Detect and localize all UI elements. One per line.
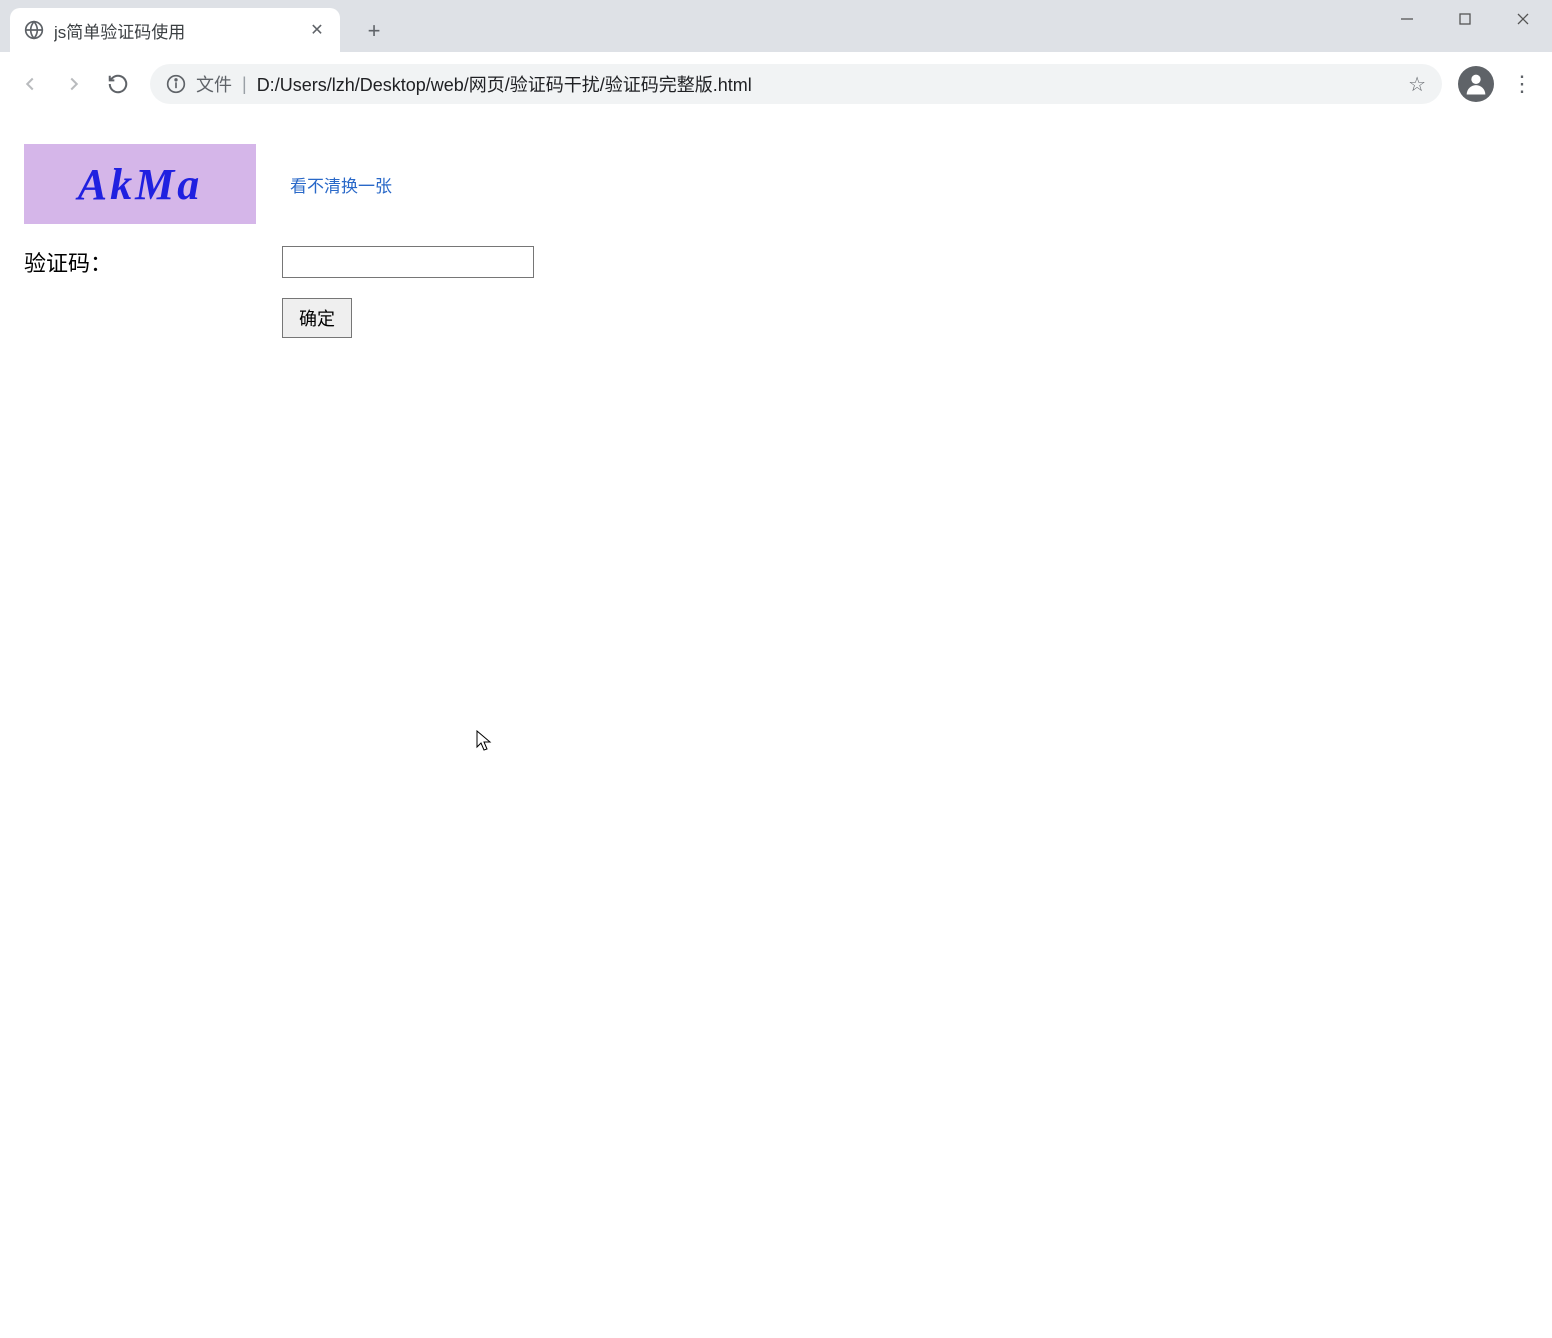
minimize-button[interactable] (1378, 0, 1436, 38)
new-tab-button[interactable]: + (356, 13, 392, 49)
tab-strip: js简单验证码使用 ✕ + (0, 0, 1552, 52)
back-button[interactable] (10, 64, 50, 104)
captcha-input-label: 验证码： (24, 246, 282, 278)
submit-button[interactable]: 确定 (282, 298, 352, 338)
browser-toolbar: 文件 | D:/Users/lzh/Desktop/web/网页/验证码干扰/验… (0, 52, 1552, 116)
globe-icon (24, 20, 44, 40)
forward-button[interactable] (54, 64, 94, 104)
browser-chrome: js简单验证码使用 ✕ + (0, 0, 1552, 116)
info-icon (166, 74, 186, 94)
page-body: AkMa 看不清换一张 验证码： 确定 (0, 116, 1552, 366)
url-path: D:/Users/lzh/Desktop/web/网页/验证码干扰/验证码完整版… (257, 71, 752, 97)
close-icon[interactable]: ✕ (308, 21, 326, 39)
reload-button[interactable] (98, 64, 138, 104)
captcha-text: AkMa (78, 159, 202, 210)
window-controls (1378, 0, 1552, 38)
tab-title: js简单验证码使用 (54, 18, 300, 43)
captcha-input[interactable] (282, 246, 534, 278)
url-divider: | (242, 74, 247, 95)
window-close-button[interactable] (1494, 0, 1552, 38)
cursor-icon (476, 730, 494, 757)
address-bar[interactable]: 文件 | D:/Users/lzh/Desktop/web/网页/验证码干扰/验… (150, 64, 1442, 104)
browser-tab[interactable]: js简单验证码使用 ✕ (10, 8, 340, 52)
bookmark-star-icon[interactable]: ☆ (1408, 72, 1426, 97)
kebab-menu-icon[interactable]: ⋮ (1502, 64, 1542, 104)
url-scheme: 文件 (196, 71, 232, 97)
profile-avatar[interactable] (1458, 66, 1494, 102)
captcha-row: AkMa 看不清换一张 (24, 144, 1528, 224)
captcha-input-row: 验证码： (24, 246, 1528, 278)
refresh-captcha-link[interactable]: 看不清换一张 (290, 172, 392, 197)
captcha-image[interactable]: AkMa (24, 144, 256, 224)
submit-row: 确定 (24, 298, 1528, 338)
maximize-button[interactable] (1436, 0, 1494, 38)
